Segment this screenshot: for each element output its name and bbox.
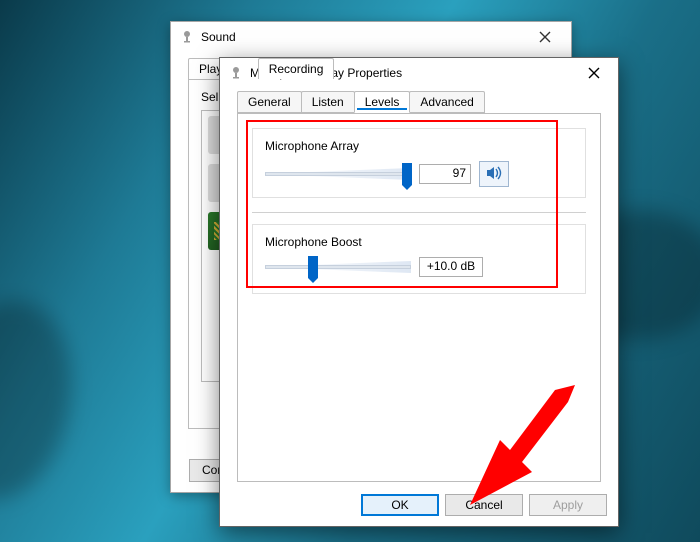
microphone-array-label: Microphone Array [265, 139, 573, 153]
ok-button-label: OK [391, 498, 408, 512]
microphone-array-group: Microphone Array 97 [252, 128, 586, 198]
microphone-boost-slider[interactable] [265, 257, 411, 277]
cancel-button-label: Cancel [465, 498, 502, 512]
microphone-array-value[interactable]: 97 [419, 164, 471, 184]
mute-button[interactable] [479, 161, 509, 187]
levels-panel: Microphone Array 97 [237, 113, 601, 482]
apply-button: Apply [529, 494, 607, 516]
dialog-buttons: OK Cancel Apply [361, 494, 607, 516]
microphone-icon [228, 65, 244, 81]
microphone-properties-dialog: Microphone Array Properties General List… [219, 57, 619, 527]
sound-titlebar: Sound [171, 22, 571, 52]
tab-general[interactable]: General [237, 91, 302, 113]
close-icon[interactable] [572, 59, 616, 87]
tab-levels[interactable]: Levels [354, 91, 411, 113]
microphone-boost-group: Microphone Boost +10.0 dB [252, 224, 586, 294]
tab-advanced[interactable]: Advanced [409, 91, 484, 113]
cancel-button[interactable]: Cancel [445, 494, 523, 516]
properties-body: General Listen Levels Advanced Microphon… [229, 90, 609, 482]
microphone-icon [179, 29, 195, 45]
microphone-boost-label: Microphone Boost [265, 235, 573, 249]
microphone-boost-value[interactable]: +10.0 dB [419, 257, 483, 277]
divider [252, 212, 586, 213]
microphone-array-slider[interactable] [265, 164, 411, 184]
sound-window-title: Sound [201, 30, 523, 44]
properties-tab-strip: General Listen Levels Advanced [229, 90, 609, 113]
tab-recording[interactable]: Recording [258, 58, 335, 79]
tab-listen[interactable]: Listen [301, 91, 355, 113]
speaker-icon [485, 164, 503, 185]
apply-button-label: Apply [553, 498, 583, 512]
close-icon[interactable] [523, 23, 567, 51]
ok-button[interactable]: OK [361, 494, 439, 516]
